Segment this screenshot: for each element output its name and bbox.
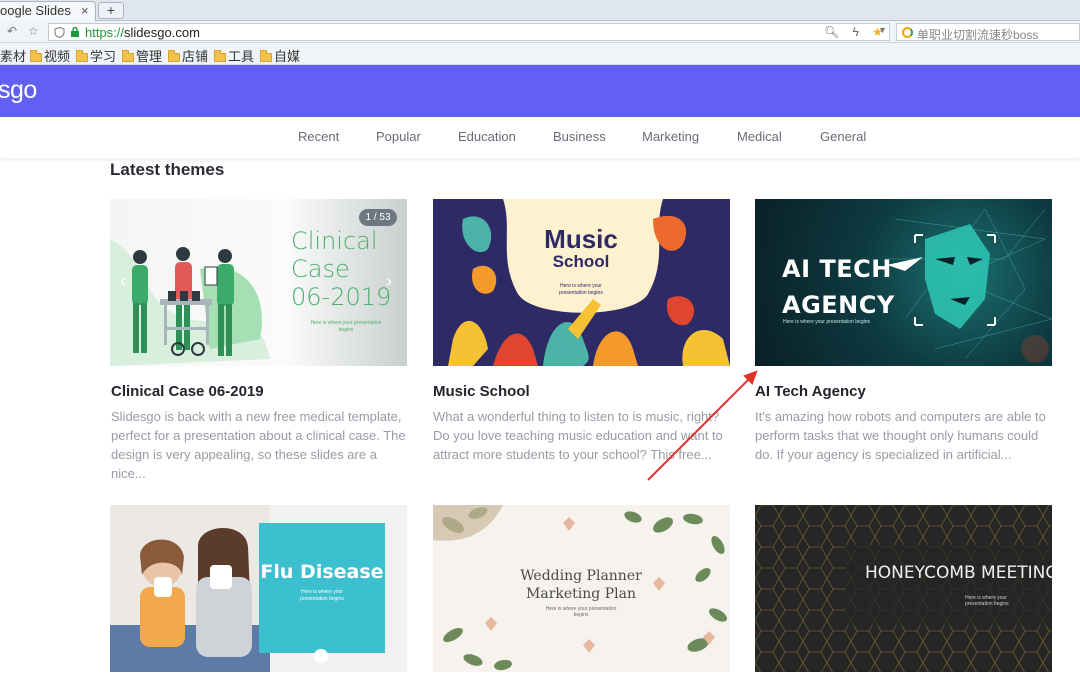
annotation-arrow xyxy=(647,370,758,481)
browser-window: oogle Slides × + ↶ ☆ https://slidesgo.co… xyxy=(0,0,1080,687)
